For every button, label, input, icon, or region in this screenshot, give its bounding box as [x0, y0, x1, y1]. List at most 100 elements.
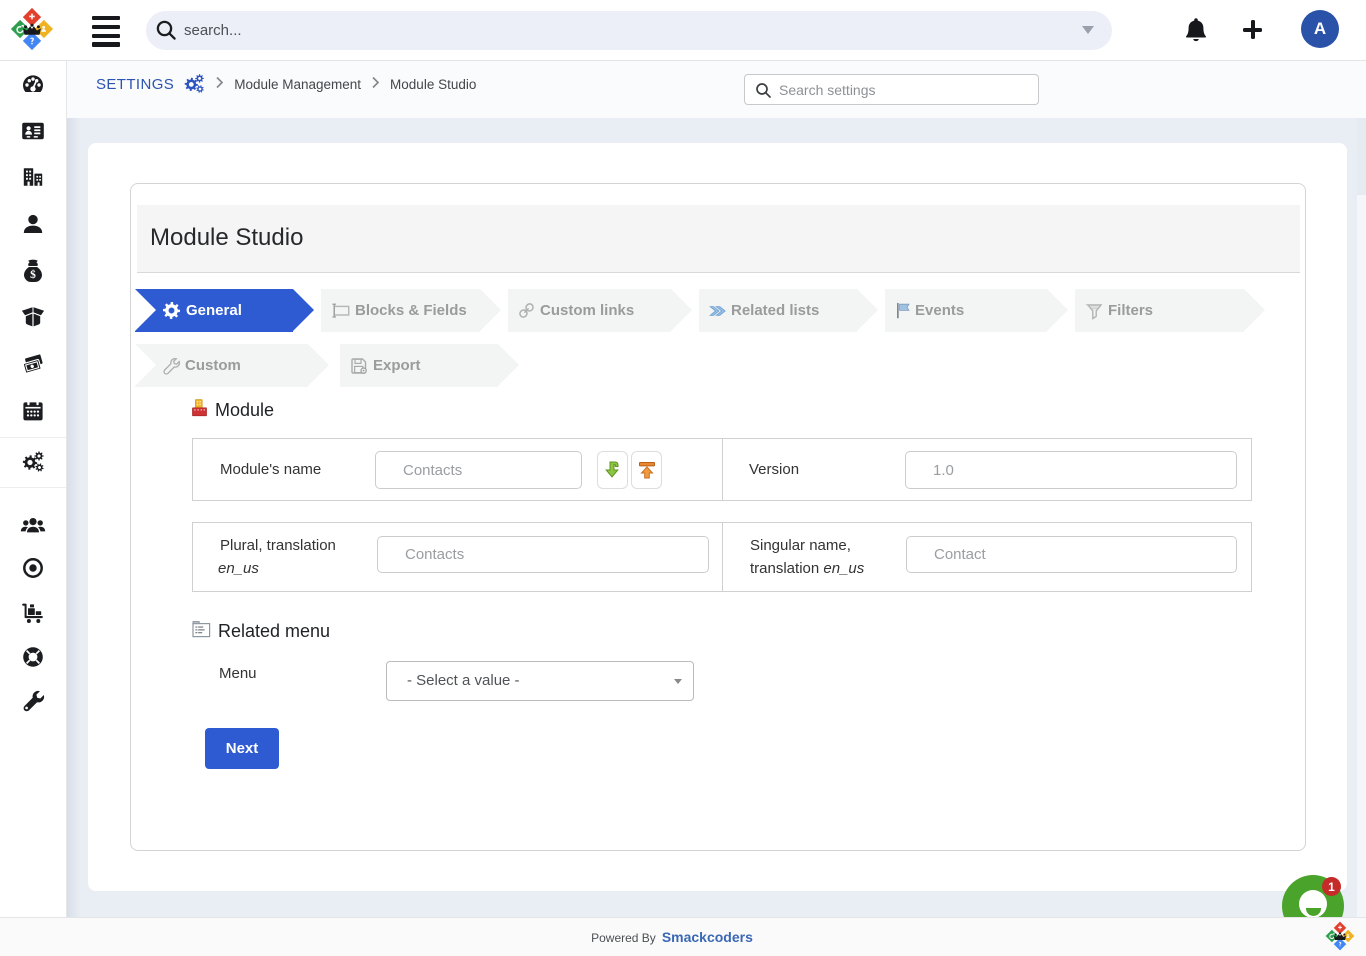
sidebar-item-invoices[interactable]: [0, 352, 66, 381]
user-avatar[interactable]: A: [1301, 10, 1339, 48]
plural-singular-row: Plural, translation en_us Singular name,…: [192, 522, 1252, 592]
contacts-icon: [21, 119, 45, 148]
singular-locale: en_us: [823, 560, 864, 577]
next-button[interactable]: Next: [205, 728, 279, 769]
module-name-input[interactable]: [375, 451, 582, 489]
sidebar-item-calendar[interactable]: [0, 399, 66, 428]
module-bricks-icon: [192, 399, 208, 422]
tab-related-lists[interactable]: Related lists: [699, 289, 857, 332]
tab-label: General: [186, 302, 242, 319]
dashboard-icon: [21, 72, 45, 101]
singular-name-input[interactable]: [906, 536, 1237, 573]
opportunities-icon: $: [21, 259, 45, 288]
invoices-icon: [21, 352, 45, 381]
app-logo[interactable]: [10, 7, 54, 51]
tab-filters[interactable]: Filters: [1075, 289, 1244, 332]
tab-label: Export: [373, 357, 421, 374]
breadcrumb-module-studio: Module Studio: [390, 77, 476, 92]
menu-hamburger-icon[interactable]: [92, 16, 120, 47]
breadcrumb-separator-icon: [215, 76, 224, 94]
top-navbar: A: [0, 0, 1366, 61]
chat-unread-badge: 1: [1322, 877, 1341, 896]
scrollbar-thumb[interactable]: [1357, 118, 1366, 195]
field-icon: [331, 303, 350, 318]
search-icon: [155, 19, 178, 47]
related-menu-section-header: Related menu: [192, 620, 330, 643]
sidebar-item-organizations[interactable]: [0, 165, 66, 194]
sidebar-item-products[interactable]: [0, 305, 66, 334]
tab-custom[interactable]: Custom: [135, 344, 308, 387]
green-download-arrow-icon: [603, 460, 623, 480]
support-icon: [21, 645, 45, 674]
exporticon-icon: [350, 357, 368, 375]
tab-label: Custom: [185, 357, 241, 374]
tab-label: Custom links: [540, 302, 634, 319]
powered-by-text: Powered By: [591, 931, 656, 945]
sidebar-item-users[interactable]: [0, 513, 66, 542]
related-menu-section-title: Related menu: [218, 621, 330, 642]
settings-search-input[interactable]: [779, 75, 1029, 104]
search-icon: [755, 82, 772, 99]
version-label: Version: [749, 461, 799, 478]
flag-icon: [895, 302, 910, 319]
tab-row-1: General Blocks & Fields Custom links Relate…: [135, 289, 1272, 332]
links-icon: [518, 302, 535, 319]
breadcrumb-settings-link[interactable]: SETTINGS: [96, 76, 174, 93]
sidebar-item-tools[interactable]: [0, 689, 66, 718]
sidebar-shadow: [67, 118, 80, 917]
search-scope-caret-icon[interactable]: [1082, 26, 1094, 34]
app-sidebar: $: [0, 61, 67, 917]
sidebar-item-logistics[interactable]: [0, 601, 66, 630]
menu-select-value: - Select a value -: [407, 672, 520, 689]
logistics-icon: [21, 601, 45, 630]
select-caret-icon: [674, 679, 682, 684]
breadcrumb-separator-icon: [371, 76, 380, 94]
quick-add-plus-icon[interactable]: [1243, 20, 1262, 39]
sidebar-item-opportunities[interactable]: $: [0, 259, 66, 288]
brand-link[interactable]: Smackcoders: [662, 929, 753, 945]
sidebar-item-contacts[interactable]: [0, 119, 66, 148]
menu-label: Menu: [219, 665, 257, 682]
module-section-title: Module: [215, 400, 274, 421]
sidebar-divider: [0, 437, 66, 438]
svg-text:$: $: [30, 268, 36, 281]
notifications-bell-icon[interactable]: [1185, 17, 1207, 43]
sidebar-item-settings[interactable]: [0, 449, 66, 478]
import-module-button[interactable]: [597, 451, 628, 489]
tab-blocks-fields[interactable]: Blocks & Fields: [321, 289, 480, 332]
relarrows-icon: [709, 304, 726, 318]
plural-name-input[interactable]: [377, 536, 709, 573]
settings-cogs-icon: [183, 72, 205, 98]
tab-general[interactable]: General: [135, 289, 293, 332]
module-section-header: Module: [192, 399, 274, 422]
wrencho-icon: [162, 357, 180, 375]
settings-search: [744, 74, 1039, 105]
tab-export[interactable]: Export: [340, 344, 498, 387]
calendar-icon: [21, 399, 45, 428]
scrollbar-track[interactable]: [1357, 118, 1366, 917]
tab-label: Filters: [1108, 302, 1153, 319]
tab-row-2: Custom Export: [135, 344, 526, 387]
sidebar-item-support[interactable]: [0, 645, 66, 674]
tab-label: Blocks & Fields: [355, 302, 467, 319]
settings-icon: [21, 449, 45, 478]
tab-label: Events: [915, 302, 964, 319]
sidebar-divider: [0, 487, 66, 488]
version-input[interactable]: [905, 451, 1237, 489]
tab-events[interactable]: Events: [885, 289, 1047, 332]
tools-icon: [21, 689, 45, 718]
sidebar-item-targets[interactable]: [0, 556, 66, 585]
global-search-input[interactable]: [184, 11, 1064, 50]
export-module-button[interactable]: [631, 451, 662, 489]
breadcrumb-module-management[interactable]: Module Management: [234, 77, 361, 92]
sidebar-item-dashboard[interactable]: [0, 72, 66, 101]
module-name-version-row: Module's name Version: [192, 438, 1252, 501]
tab-custom-links[interactable]: Custom links: [508, 289, 671, 332]
filter-icon: [1085, 302, 1103, 320]
sidebar-item-leads[interactable]: [0, 212, 66, 241]
singular-label-line1: Singular name,: [750, 537, 851, 554]
corner-brand-logo[interactable]: [1325, 921, 1355, 951]
plural-locale: en_us: [218, 560, 259, 577]
menu-select[interactable]: - Select a value -: [386, 661, 694, 701]
module-studio-panel: Module Studio GeneralBlocks & FieldsCust…: [130, 183, 1306, 851]
